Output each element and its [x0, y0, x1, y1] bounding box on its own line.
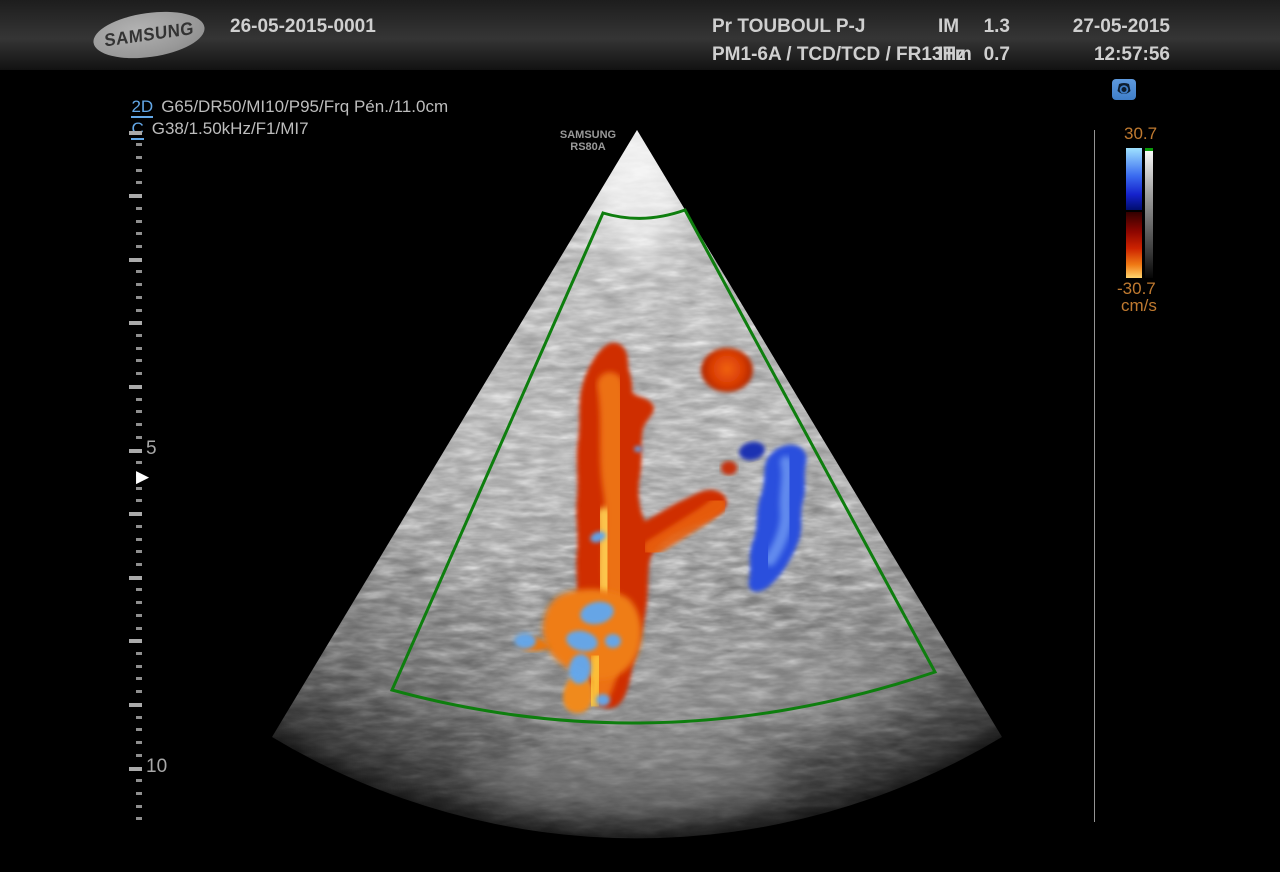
- doppler-small-red-dot: [721, 461, 737, 475]
- doppler-red-blob: [701, 348, 753, 392]
- sector-image-group: [272, 130, 1002, 838]
- ultrasound-image: [0, 0, 1280, 872]
- ultrasound-screen: { "topbar": { "logo_text": "SAMSUNG", "e…: [0, 0, 1280, 872]
- doppler-yellow-bottom: [592, 660, 598, 702]
